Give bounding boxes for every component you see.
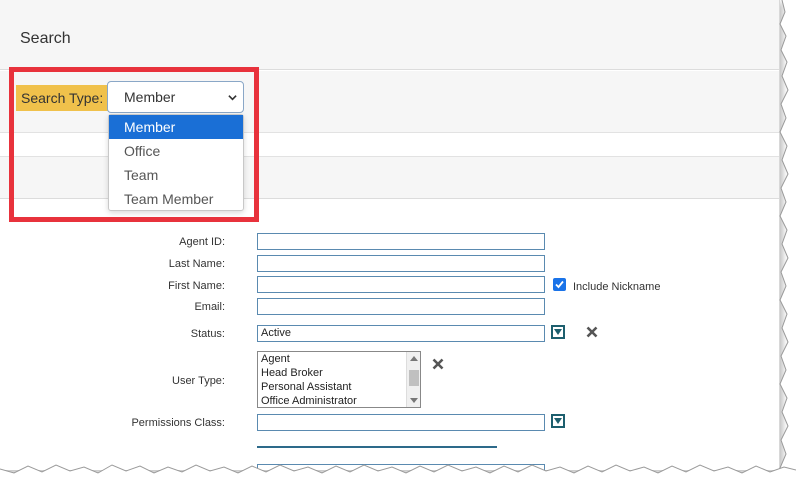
torn-edge-right <box>779 0 796 483</box>
list-item[interactable]: Office Administrator <box>258 394 420 407</box>
search-type-selected-value: Member <box>124 89 176 105</box>
option-member[interactable]: Member <box>109 115 243 139</box>
status-input[interactable]: Active <box>257 325 545 342</box>
list-item[interactable]: Agent <box>258 352 420 366</box>
include-nickname-checkbox[interactable] <box>553 278 566 291</box>
permissions-dropdown-button[interactable] <box>551 414 565 428</box>
last-name-input[interactable] <box>257 255 545 272</box>
first-name-input[interactable] <box>257 276 545 293</box>
user-type-label: User Type: <box>172 375 225 387</box>
chevron-down-icon <box>228 95 237 101</box>
permissions-class-label: Permissions Class: <box>131 417 225 429</box>
list-item[interactable]: Head Broker <box>258 366 420 380</box>
option-team-member[interactable]: Team Member <box>109 187 243 211</box>
user-type-listbox[interactable]: Agent Head Broker Personal Assistant Off… <box>257 351 421 408</box>
section-divider <box>257 446 497 448</box>
page-title: Search <box>20 30 71 47</box>
list-item[interactable]: Personal Assistant <box>258 380 420 394</box>
listbox-scrollbar[interactable] <box>406 352 420 407</box>
agent-id-input[interactable] <box>257 233 545 250</box>
clear-status-icon[interactable] <box>586 326 598 338</box>
search-type-select[interactable]: Member <box>107 81 244 113</box>
header-bar <box>0 0 779 70</box>
status-label: Status: <box>190 328 225 340</box>
scroll-thumb[interactable] <box>409 370 419 386</box>
scroll-down-icon[interactable] <box>410 398 418 403</box>
email-input[interactable] <box>257 298 545 315</box>
include-nickname-label: Include Nickname <box>573 281 661 293</box>
first-name-label: First Name: <box>168 280 225 292</box>
caret-down-icon <box>554 418 562 424</box>
agent-id-label: Agent ID: <box>179 236 225 248</box>
search-panel: Search Search Type: Member Agent ID: Las… <box>0 0 780 470</box>
search-type-label: Search Type: <box>16 85 109 111</box>
torn-edge-bottom <box>0 464 796 483</box>
check-icon <box>555 280 564 289</box>
caret-down-icon <box>554 329 562 335</box>
search-type-dropdown-menu: Member Office Team Team Member <box>108 114 244 211</box>
status-dropdown-button[interactable] <box>551 325 565 339</box>
email-label: Email: <box>194 301 225 313</box>
option-team[interactable]: Team <box>109 163 243 187</box>
clear-user-type-icon[interactable] <box>432 358 444 370</box>
option-office[interactable]: Office <box>109 139 243 163</box>
last-name-label: Last Name: <box>168 258 225 270</box>
scroll-up-icon[interactable] <box>410 356 418 361</box>
permissions-class-input[interactable] <box>257 414 545 431</box>
